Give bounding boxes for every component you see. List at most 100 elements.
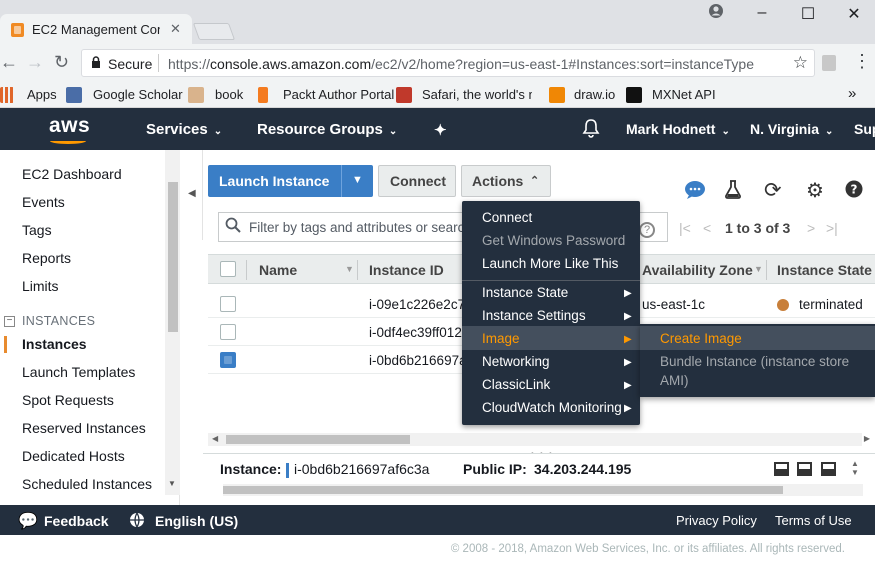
profile-icon[interactable] [706,3,726,24]
feedback-icon: 💬 [18,513,38,530]
tab-close-icon[interactable]: ✕ [170,21,181,37]
table-scroll-thumb[interactable] [226,435,410,444]
menu-item-get-windows-password: Get Windows Password [482,233,626,248]
sidebar-item-reserved-instances[interactable]: Reserved Instances [22,420,146,436]
row-checkbox[interactable] [220,296,236,312]
pane-top-icon[interactable] [821,462,836,476]
table-horizontal-scrollbar[interactable]: ◀ ▶ [208,433,870,446]
support-menu[interactable]: Sup [854,121,875,137]
bookmark-apps[interactable]: Apps [27,87,57,102]
services-menu[interactable]: Services ⌄ [146,121,222,138]
browser-tab[interactable]: EC2 Management Console ✕ [0,14,192,45]
sort-caret-icon[interactable]: ▼ [345,264,354,274]
menu-item-image[interactable]: Image [482,331,520,346]
sidebar-item-events[interactable]: Events [22,194,65,210]
close-window-icon[interactable]: ✕ [844,4,864,24]
menu-item-launch-more-like-this[interactable]: Launch More Like This [482,256,618,271]
bookmark-book[interactable]: book [215,87,243,102]
menu-item-instance-state[interactable]: Instance State [482,285,568,300]
public-ip-label: Public IP: [463,461,527,477]
sort-caret-icon[interactable]: ▼ [754,264,763,274]
chevron-down-icon[interactable]: ▼ [352,174,363,186]
column-header-instance-id[interactable]: Instance ID [369,262,444,278]
sidebar-item-scheduled-instances[interactable]: Scheduled Instances [22,476,152,492]
pane-bottom-icon[interactable] [774,462,789,476]
last-page-icon[interactable]: >| [826,220,838,236]
menu-item-cloudwatch-monitoring[interactable]: CloudWatch Monitoring [482,400,622,415]
pane-split-icon[interactable] [797,462,812,476]
sidebar-scrollbar[interactable] [165,150,180,495]
actions-button[interactable]: Actions ⌃ [461,165,551,197]
bookmark-safari[interactable]: Safari, the world's m [422,87,532,102]
sidebar-section-instances: INSTANCES [22,314,96,328]
help-icon[interactable]: ? [845,180,863,203]
back-icon[interactable]: ← [0,52,18,73]
menu-item-networking[interactable]: Networking [482,354,550,369]
safari-books-icon [396,87,412,103]
bookmark-star-icon[interactable]: ☆ [793,53,808,73]
bookmarks-overflow[interactable]: » [848,85,856,102]
scroll-down-icon[interactable]: ▼ [168,479,176,488]
select-all-checkbox[interactable] [220,261,236,277]
forward-icon[interactable]: → [26,52,44,73]
search-help-icon[interactable]: ? [639,222,655,238]
sidebar-scroll-thumb[interactable] [168,182,178,332]
browser-menu-icon[interactable]: ⋮ [853,51,871,72]
image-submenu: Create Image Bundle Instance (instance s… [640,324,875,397]
resource-groups-menu[interactable]: Resource Groups ⌄ [257,121,397,138]
column-header-name[interactable]: Name [259,262,297,278]
sidebar-item-launch-templates[interactable]: Launch Templates [22,364,135,380]
gear-icon[interactable]: ⚙ [806,178,824,203]
maximize-icon[interactable]: ☐ [798,4,818,24]
sidebar-item-limits[interactable]: Limits [22,278,59,294]
user-menu[interactable]: Mark Hodnett ⌄ [626,121,730,137]
extension-icon[interactable] [822,55,836,71]
bookmark-google-scholar[interactable]: Google Scholar [93,87,183,102]
row-checkbox-checked[interactable] [220,352,236,368]
menu-item-instance-settings[interactable]: Instance Settings [482,308,586,323]
flask-icon[interactable] [724,179,742,204]
minimize-icon[interactable]: – [752,4,772,22]
connect-button[interactable]: Connect [378,165,456,197]
sidebar-item-tags[interactable]: Tags [22,222,52,238]
menu-item-classiclink[interactable]: ClassicLink [482,377,550,392]
region-menu[interactable]: N. Virginia ⌄ [750,121,833,137]
section-collapse-icon[interactable]: − [4,316,15,327]
scroll-left-icon[interactable]: ◀ [212,434,218,443]
sidebar-item-reports[interactable]: Reports [22,250,71,266]
launch-instance-button[interactable]: Launch Instance ▼ [208,165,373,197]
notification-bell-icon[interactable] [582,118,600,142]
sidebar-toggle[interactable]: ◀ [181,150,203,240]
scroll-right-icon[interactable]: ▶ [864,434,870,443]
aws-logo[interactable]: aws [49,114,90,138]
language-selector[interactable]: English (US) [155,513,238,529]
bookmark-packt[interactable]: Packt Author Portal [283,87,394,102]
pin-icon[interactable]: ✦ [434,121,447,139]
sidebar-item-instances[interactable]: Instances [22,336,87,352]
first-page-icon[interactable]: |< [679,220,691,236]
row-checkbox[interactable] [220,324,236,340]
prev-page-icon[interactable]: < [703,220,711,236]
new-tab-button[interactable] [192,23,236,40]
submenu-arrow-icon: ▶ [624,357,632,368]
terms-of-use-link[interactable]: Terms of Use [775,513,852,528]
bookmark-mxnet[interactable]: MXNet API [652,87,716,102]
feedback-link[interactable]: Feedback [44,513,109,529]
column-header-instance-state[interactable]: Instance State [777,262,872,278]
reload-icon[interactable]: ↻ [54,52,69,73]
chat-icon[interactable] [684,180,706,205]
detail-scrollbar[interactable] [223,484,863,496]
address-bar[interactable]: Secure https://console.aws.amazon.com/ec… [81,49,815,77]
refresh-icon[interactable]: ⟳ [764,178,782,203]
privacy-policy-link[interactable]: Privacy Policy [676,513,757,528]
sidebar-item-dashboard[interactable]: EC2 Dashboard [22,166,122,182]
menu-item-connect[interactable]: Connect [482,210,532,225]
bookmark-drawio[interactable]: draw.io [574,87,615,102]
detail-scroll-arrows-icon[interactable]: ▲ ▼ [851,459,859,477]
detail-scroll-thumb[interactable] [223,486,783,494]
sidebar-item-spot-requests[interactable]: Spot Requests [22,392,114,408]
menu-item-create-image[interactable]: Create Image [660,331,742,346]
sidebar-item-dedicated-hosts[interactable]: Dedicated Hosts [22,448,125,464]
next-page-icon[interactable]: > [807,220,815,236]
column-header-availability-zone[interactable]: Availability Zone [642,262,753,278]
